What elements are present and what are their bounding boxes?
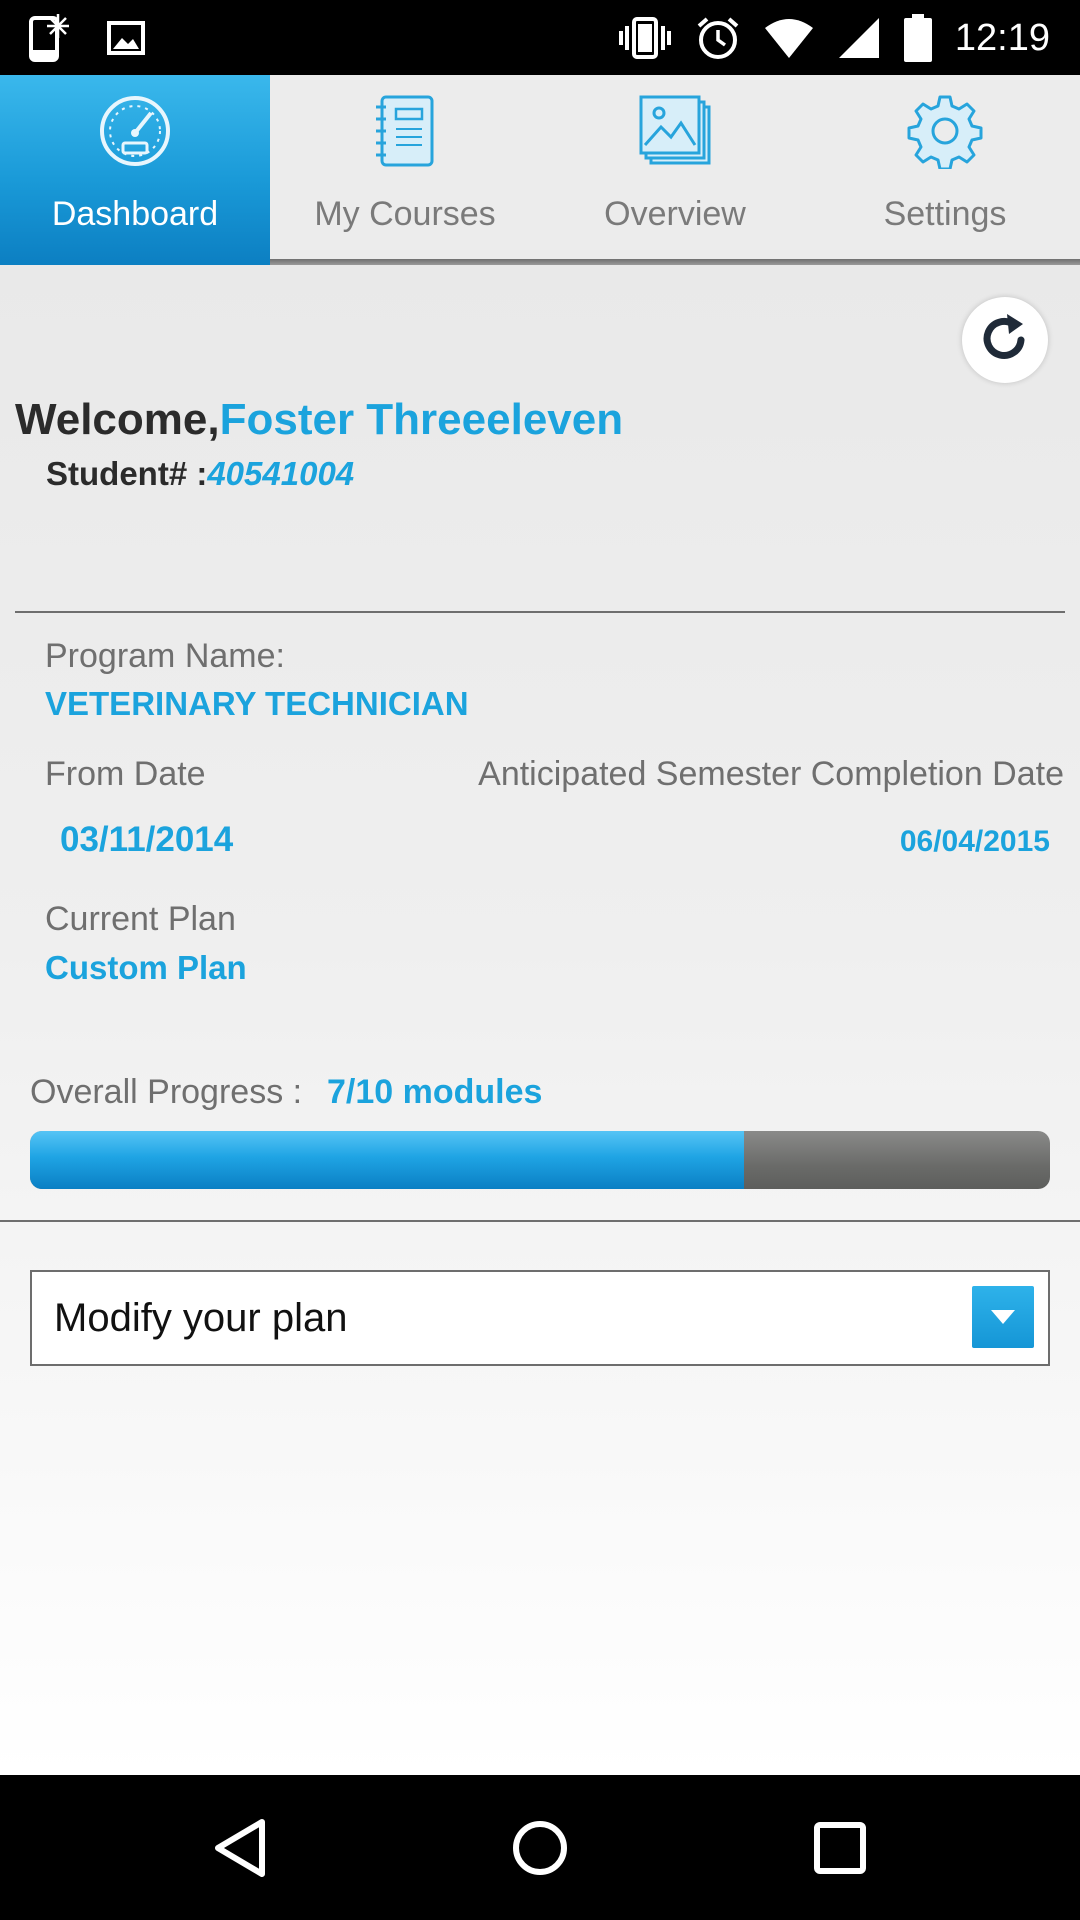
notification-icon xyxy=(28,12,76,64)
completion-date-label: Anticipated Semester Completion Date xyxy=(478,755,1064,793)
progress-bar-fill xyxy=(30,1131,744,1189)
overall-progress-value: 7/10 modules xyxy=(327,1073,543,1111)
tab-label: Dashboard xyxy=(51,195,219,233)
wifi-icon xyxy=(763,16,815,60)
recents-icon xyxy=(812,1820,868,1881)
modify-plan-dropdown[interactable]: Modify your plan xyxy=(30,1270,1050,1366)
program-name-label: Program Name: xyxy=(45,637,285,675)
from-date-label: From Date xyxy=(45,755,206,793)
student-id-value: 40541004 xyxy=(207,455,355,492)
speedometer-icon xyxy=(97,91,173,171)
clock-time: 12:19 xyxy=(954,16,1050,59)
overall-progress-label: Overall Progress : xyxy=(30,1073,303,1111)
image-icon xyxy=(106,18,146,58)
gear-icon xyxy=(907,91,983,171)
chevron-down-icon[interactable] xyxy=(972,1286,1034,1348)
tab-my-courses[interactable]: My Courses xyxy=(270,75,540,265)
tab-bar: Dashboard My Courses Overview Settings xyxy=(0,75,1080,265)
gallery-icon xyxy=(637,91,713,171)
alarm-icon xyxy=(695,15,741,61)
home-icon xyxy=(510,1818,570,1883)
progress-bar xyxy=(30,1131,1050,1189)
student-id: Student# :40541004 xyxy=(46,455,354,493)
divider xyxy=(0,1220,1080,1222)
screen: 12:19 Dashboard My Courses Overview Sett… xyxy=(0,0,1080,1920)
refresh-icon xyxy=(977,310,1033,371)
tab-settings[interactable]: Settings xyxy=(810,75,1080,265)
signal-icon xyxy=(837,16,881,60)
dashboard-content: Welcome,Foster Threeeleven Student# :405… xyxy=(0,265,1080,1775)
from-date-value: 03/11/2014 xyxy=(60,820,234,859)
welcome-heading: Welcome,Foster Threeeleven xyxy=(15,395,623,445)
status-bar: 12:19 xyxy=(0,0,1080,75)
tab-label: Settings xyxy=(883,195,1007,233)
modify-plan-selected: Modify your plan xyxy=(54,1296,348,1340)
vibrate-icon xyxy=(617,16,673,60)
completion-date-value: 06/04/2015 xyxy=(899,825,1050,858)
tab-label: My Courses xyxy=(314,195,496,233)
back-icon xyxy=(210,1816,270,1885)
welcome-prefix: Welcome, xyxy=(15,395,220,444)
divider xyxy=(15,611,1065,613)
student-name: Foster Threeeleven xyxy=(219,395,624,444)
student-id-label: Student# : xyxy=(46,455,208,492)
current-plan-label: Current Plan xyxy=(45,900,236,938)
back-button[interactable] xyxy=(195,1805,285,1895)
notebook-icon xyxy=(372,91,438,171)
recents-button[interactable] xyxy=(795,1805,885,1895)
tab-overview[interactable]: Overview xyxy=(540,75,810,265)
battery-icon xyxy=(903,13,933,63)
tab-dashboard[interactable]: Dashboard xyxy=(0,75,270,265)
program-name-value: VETERINARY TECHNICIAN xyxy=(45,685,469,722)
refresh-button[interactable] xyxy=(962,297,1048,383)
system-nav-bar xyxy=(0,1775,1080,1920)
current-plan-value: Custom Plan xyxy=(45,949,247,986)
tab-label: Overview xyxy=(604,195,746,233)
home-button[interactable] xyxy=(495,1805,585,1895)
